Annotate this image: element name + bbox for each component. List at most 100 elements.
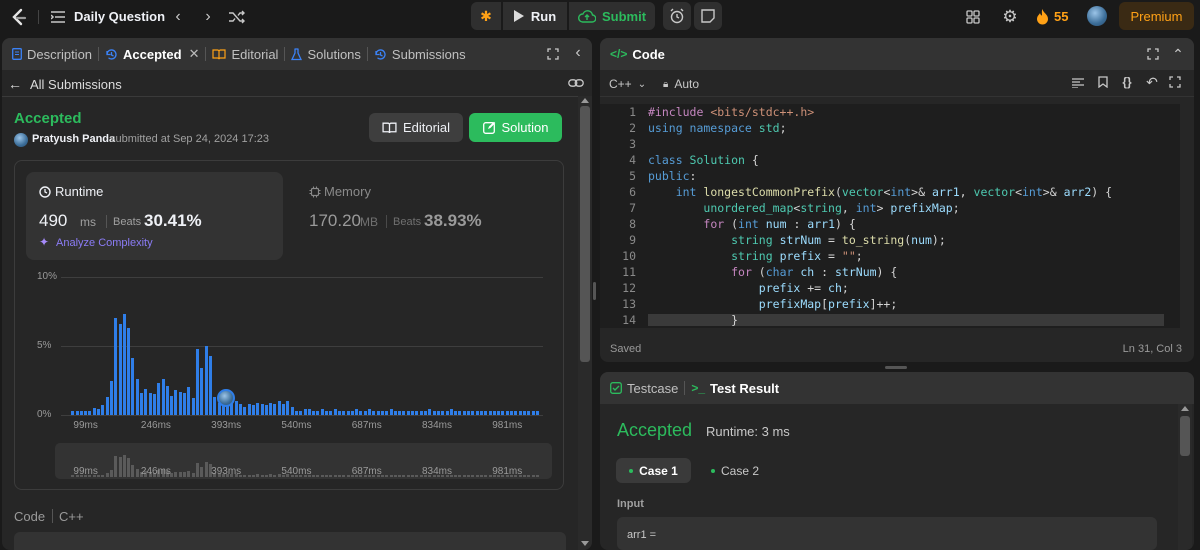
- chart-bar[interactable]: [458, 410, 462, 415]
- chart-bar[interactable]: [389, 409, 393, 415]
- fullscreen-icon[interactable]: [1168, 75, 1182, 89]
- runtime-card[interactable]: Runtime 490 ms Beats 30.41% ✦ Analyze Co…: [26, 172, 283, 260]
- chart-bar[interactable]: [372, 410, 376, 415]
- chart-bar[interactable]: [411, 410, 415, 415]
- chart-bar[interactable]: [492, 410, 496, 415]
- chart-bar[interactable]: [135, 379, 139, 415]
- chart-bar[interactable]: [415, 410, 419, 415]
- chart-bar[interactable]: [92, 408, 96, 415]
- tab-code[interactable]: </> Code: [600, 47, 671, 62]
- chart-bar[interactable]: [522, 410, 526, 415]
- chart-bar[interactable]: [131, 358, 135, 415]
- chart-bar[interactable]: [269, 402, 273, 415]
- tab-testcase[interactable]: Testcase: [600, 381, 684, 396]
- chart-bar[interactable]: [329, 410, 333, 415]
- chart-bar[interactable]: [462, 410, 466, 415]
- chart-bar[interactable]: [204, 346, 208, 415]
- chart-bar[interactable]: [299, 410, 303, 415]
- chart-bar[interactable]: [471, 410, 475, 415]
- scrollbar[interactable]: [1178, 404, 1192, 550]
- chart-bar[interactable]: [127, 328, 131, 415]
- language-select[interactable]: C++ ⌄: [609, 77, 646, 91]
- analyze-complexity-link[interactable]: Analyze Complexity: [56, 237, 153, 249]
- close-tab-icon[interactable]: ✕: [189, 46, 200, 62]
- chart-bar[interactable]: [234, 401, 238, 415]
- chart-bar[interactable]: [174, 390, 178, 415]
- tab-solutions[interactable]: Solutions: [285, 47, 366, 62]
- list-icon[interactable]: [50, 9, 66, 25]
- back-to-submissions[interactable]: ← All Submissions: [8, 76, 122, 92]
- chart-bar[interactable]: [97, 409, 101, 415]
- chart-bar[interactable]: [277, 401, 281, 415]
- chart-bar[interactable]: [195, 348, 199, 415]
- panel-resizer[interactable]: [593, 282, 596, 300]
- code-editor[interactable]: 1 2 3 4 5 6 7 8 9 10 11 12 13 14 #include <bits/stdc+…: [600, 104, 1180, 328]
- link-icon[interactable]: [567, 76, 585, 90]
- chart-bar[interactable]: [183, 392, 187, 415]
- chart-bar[interactable]: [320, 409, 324, 415]
- chevron-right-icon[interactable]: ›: [200, 8, 216, 26]
- chart-bar[interactable]: [282, 403, 286, 415]
- user-runtime-marker[interactable]: [216, 388, 235, 407]
- debug-button[interactable]: ✱: [471, 2, 501, 30]
- chart-bar[interactable]: [355, 409, 359, 415]
- chart-bar[interactable]: [441, 410, 445, 415]
- chart-bar[interactable]: [208, 355, 212, 415]
- chart-bar[interactable]: [406, 410, 410, 415]
- chart-bar[interactable]: [187, 387, 191, 415]
- chart-bar[interactable]: [467, 410, 471, 415]
- scrollbar-thumb[interactable]: [1180, 416, 1190, 456]
- premium-button[interactable]: Premium: [1119, 2, 1194, 30]
- chart-bar[interactable]: [157, 383, 161, 415]
- chart-bar[interactable]: [368, 409, 372, 415]
- chart-bar[interactable]: [178, 391, 182, 415]
- timer-button[interactable]: [663, 2, 691, 30]
- chart-bar[interactable]: [105, 397, 109, 415]
- chart-bar[interactable]: [247, 403, 251, 415]
- chart-bar[interactable]: [290, 406, 294, 415]
- chart-bar[interactable]: [109, 380, 113, 415]
- chevron-left-icon[interactable]: ‹: [170, 8, 186, 26]
- editorial-button[interactable]: Editorial: [369, 113, 463, 142]
- chart-bar[interactable]: [161, 379, 165, 415]
- chart-bar[interactable]: [445, 410, 449, 415]
- chart-bar[interactable]: [264, 405, 268, 415]
- chart-bar[interactable]: [510, 410, 514, 415]
- chart-bar[interactable]: [239, 403, 242, 415]
- chart-bar[interactable]: [497, 410, 501, 415]
- chart-bar[interactable]: [402, 410, 406, 415]
- maximize-icon[interactable]: [1146, 47, 1160, 61]
- collapse-chevron-icon[interactable]: ‹: [572, 44, 584, 61]
- tab-test-result[interactable]: >_ Test Result: [685, 381, 785, 396]
- chart-bar[interactable]: [165, 386, 169, 415]
- chart-bar[interactable]: [152, 394, 156, 415]
- chart-bar[interactable]: [535, 410, 539, 415]
- scroll-down-arrow[interactable]: [581, 541, 589, 546]
- chart-bar[interactable]: [479, 410, 483, 415]
- chart-bar[interactable]: [424, 410, 427, 415]
- submit-button[interactable]: Submit: [569, 2, 655, 30]
- maximize-icon[interactable]: [546, 47, 560, 61]
- chart-bar[interactable]: [71, 410, 75, 415]
- chart-bar[interactable]: [432, 410, 436, 415]
- avatar[interactable]: [1087, 6, 1107, 26]
- chart-bar[interactable]: [307, 409, 311, 415]
- chart-bar[interactable]: [333, 409, 337, 415]
- username[interactable]: Pratyush Panda: [32, 133, 115, 145]
- editor-scrollbar[interactable]: [1180, 104, 1190, 328]
- chart-bar[interactable]: [337, 410, 341, 415]
- bookmark-icon[interactable]: [1096, 75, 1110, 89]
- braces-icon[interactable]: {}: [1119, 74, 1135, 90]
- leetcode-logo-icon[interactable]: [8, 7, 30, 29]
- scrollbar[interactable]: [578, 96, 592, 550]
- chart-bar[interactable]: [531, 410, 535, 415]
- chart-bar[interactable]: [325, 410, 329, 415]
- chart-bar[interactable]: [101, 405, 105, 415]
- chart-bar[interactable]: [170, 395, 174, 415]
- solution-button[interactable]: Solution: [469, 113, 562, 142]
- tab-description[interactable]: Description: [2, 47, 98, 62]
- chart-bar[interactable]: [363, 410, 367, 415]
- chart-bar[interactable]: [191, 398, 195, 415]
- range-brush[interactable]: 99ms 246ms 393ms 540ms 687ms 834ms 981ms: [55, 443, 552, 479]
- scrollbar-thumb[interactable]: [580, 106, 590, 362]
